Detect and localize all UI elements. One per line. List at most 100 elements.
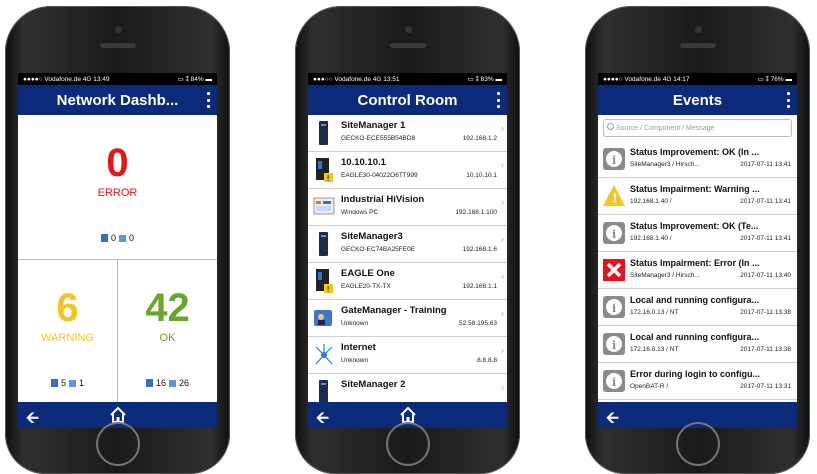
warning-tile[interactable]: 6 WARNING 5 1: [18, 260, 118, 402]
status-right: ▭ ⁑ 84% ▬: [177, 76, 212, 83]
chevron-right-icon: ›: [501, 382, 504, 392]
event-timestamp: 2017-07-11 13:41: [740, 198, 791, 205]
page-title: Events: [672, 91, 723, 109]
phone-home-button[interactable]: [675, 422, 720, 466]
event-title: Status Impairment: Warning ...: [630, 184, 760, 194]
status-bar: ●●●○○ Vodafone.de 4G 13:51 ▭ ⁑ 83% ▬: [308, 73, 507, 85]
eagle-device-icon: !: [316, 158, 333, 183]
event-timestamp: 2017-07-11 13:38: [740, 309, 791, 316]
info-icon: i: [603, 222, 625, 244]
more-menu-icon[interactable]: [787, 92, 791, 108]
list-item[interactable]: Internet Unknown 8.8.8.8 ›: [308, 337, 507, 374]
item-title: SiteManager 2: [341, 379, 406, 390]
item-ip: 8.8.8.8: [477, 357, 497, 364]
gatemanager-icon: [314, 310, 332, 326]
back-arrow-icon[interactable]: 🡨: [26, 407, 39, 428]
item-title: 10.10.10.1: [341, 157, 386, 168]
page-title: Control Room: [357, 91, 458, 109]
phone-dashboard: ●●●●○ Vodafone.de 4G 13:49 ▭ ⁑ 84% ▬ Net…: [5, 6, 230, 474]
event-title: Status Improvement: OK (In ...: [630, 147, 760, 157]
status-right: ▭ ⁑ 83% ▬: [467, 76, 502, 83]
item-title: Industrial HiVision: [341, 194, 425, 205]
back-arrow-icon[interactable]: 🡨: [316, 407, 329, 428]
event-item[interactable]: Status Impairment: Error (In ... SiteMana…: [598, 252, 797, 289]
phone-home-button[interactable]: [385, 422, 430, 466]
event-source: 172.16.0.13 / NT: [630, 346, 679, 353]
control-room-screen: ●●●○○ Vodafone.de 4G 13:51 ▭ ⁑ 83% ▬ Con…: [308, 73, 507, 428]
phone-events: ●●●●○ Vodafone.de 4G 14:17 ▭ ⁑ 76% ▬ Eve…: [585, 6, 810, 474]
list-item[interactable]: Industrial HiVision Windows PC 192.168.1.1…: [308, 189, 507, 226]
svg-text:!: !: [612, 192, 618, 207]
item-subtitle: Unknown: [341, 320, 369, 327]
camera: [114, 26, 122, 33]
ok-tile[interactable]: 42 OK 16 26: [118, 260, 217, 402]
error-count: 0: [106, 141, 129, 185]
site-manager-icon: [319, 232, 328, 256]
event-list: i Status Improvement: OK (In ... SiteManag…: [598, 141, 797, 400]
page-title: Network Dashb...: [56, 91, 179, 109]
item-ip: 192.168.1.6: [462, 246, 497, 253]
event-timestamp: 2017-07-11 13:38: [740, 346, 791, 353]
item-subtitle: GECKO-ECE555B54BD8: [341, 135, 416, 142]
event-source: SiteManager3 / Hirsch...: [630, 161, 700, 168]
error-icon: [603, 259, 625, 281]
event-item[interactable]: i Local and running configura... 172.16.0.…: [598, 326, 797, 363]
item-ip: 192.168.1.1: [462, 283, 497, 290]
list-item[interactable]: ! 10.10.10.1 EAGLE30-04022O6TT999 10.10.10.…: [308, 152, 507, 189]
event-title: Local and running configura...: [630, 332, 760, 342]
site-manager-icon: [319, 121, 328, 145]
item-subtitle: Unknown: [341, 357, 369, 364]
item-ip: 52.58.195.63: [459, 320, 497, 327]
event-title: Status Improvement: OK (Te...: [630, 221, 759, 231]
search-icon: [607, 123, 614, 130]
camera: [404, 26, 412, 33]
more-menu-icon[interactable]: [207, 92, 211, 108]
list-item[interactable]: SiteManager 1 GECKO-ECE555B54BD8 192.168.1…: [308, 115, 507, 152]
error-breakdown: 0 0: [18, 233, 217, 243]
component-icon: [169, 379, 176, 387]
app-bar: Network Dashb...: [18, 85, 217, 115]
warning-count: 6: [56, 286, 79, 330]
chevron-right-icon: ›: [501, 160, 504, 170]
error-device-count: 0: [110, 233, 116, 243]
event-source: OpenBAT-R /: [630, 383, 669, 390]
warning-device-count: 5: [60, 378, 66, 388]
event-item[interactable]: i Status Improvement: OK (In ... SiteManag…: [598, 141, 797, 178]
ok-label: OK: [159, 332, 176, 344]
device-list: SiteManager 1 GECKO-ECE555B54BD8 192.168.1…: [308, 115, 507, 411]
more-menu-icon[interactable]: [497, 92, 501, 108]
svg-text:i: i: [612, 376, 616, 389]
list-item[interactable]: ! EAGLE One EAGLE20-TX-TX 192.168.1.1 ›: [308, 263, 507, 300]
warning-component-count: 1: [79, 378, 85, 388]
event-title: Status Impairment: Error (In ...: [630, 258, 760, 268]
event-timestamp: 2017-07-11 13:31: [740, 383, 791, 390]
list-item[interactable]: GateManager - Training Unknown 52.58.195.6…: [308, 300, 507, 337]
phone-home-button[interactable]: [95, 422, 140, 466]
event-source: SiteManager3 / Hirsch...: [630, 272, 700, 279]
item-subtitle: Windows PC: [341, 209, 379, 216]
item-title: EAGLE One: [341, 268, 395, 279]
event-item[interactable]: i Error during login to configu... OpenBAT…: [598, 363, 797, 400]
chevron-right-icon: ›: [501, 234, 504, 244]
device-icon: [50, 379, 58, 387]
component-icon: [69, 379, 76, 387]
error-tile[interactable]: 0 ERROR 0 0: [18, 115, 217, 260]
error-component-count: 0: [129, 233, 135, 243]
item-subtitle: EAGLE20-TX-TX: [341, 283, 391, 290]
chevron-right-icon: ›: [501, 123, 504, 133]
info-icon: i: [603, 296, 625, 318]
chevron-right-icon: ›: [501, 271, 504, 281]
ok-count: 42: [145, 286, 190, 330]
list-item[interactable]: SiteManager3 GECKO-EC74BA25FE0E 192.168.1.…: [308, 226, 507, 263]
camera: [694, 26, 702, 33]
event-item[interactable]: i Local and running configura... 172.16.0.…: [598, 289, 797, 326]
item-title: SiteManager 1: [341, 120, 406, 131]
search-input[interactable]: Source / Component / Message: [603, 119, 792, 137]
event-item[interactable]: i Status Improvement: OK (Te... 192.168.1.…: [598, 215, 797, 252]
speaker: [389, 43, 426, 48]
svg-text:i: i: [612, 154, 616, 167]
app-bar: Control Room: [308, 85, 507, 115]
status-right: ▭ ⁑ 76% ▬: [757, 76, 792, 83]
back-arrow-icon[interactable]: 🡨: [606, 407, 619, 428]
event-item[interactable]: ! Status Impairment: Warning ... 192.168.1…: [598, 178, 797, 215]
